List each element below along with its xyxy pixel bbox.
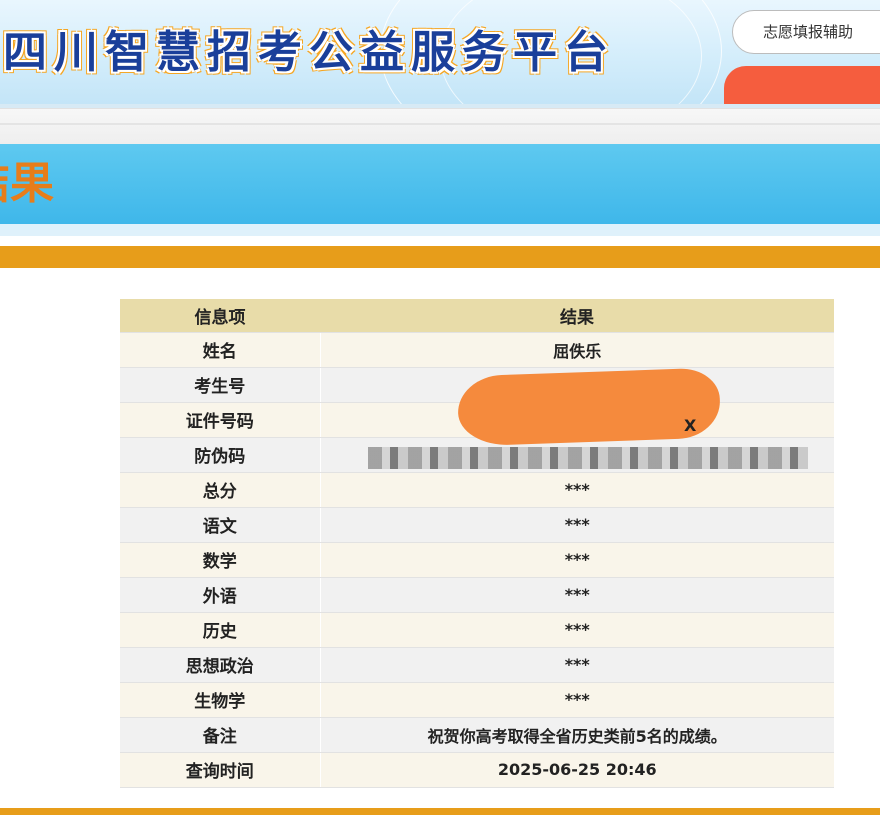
row-label: 生物学 xyxy=(120,682,321,718)
table-header-row: 信息项 结果 xyxy=(120,299,834,333)
banner-divider xyxy=(0,224,880,236)
section-divider-bar xyxy=(0,246,880,268)
row-label: 防伪码 xyxy=(120,437,321,473)
platform-title-char: 服 xyxy=(411,27,455,78)
row-label: 证件号码 xyxy=(120,402,321,438)
column-header-item: 信息项 xyxy=(120,299,320,333)
row-value: *** xyxy=(320,577,834,613)
footer-divider-bar xyxy=(0,808,880,815)
platform-title-char: 务 xyxy=(462,27,506,78)
score-results-table: 信息项 结果 姓名 屈佚乐 考生号 证件号码 防伪码 总分 *** 语文 *** xyxy=(120,299,834,788)
orange-nav-tab[interactable] xyxy=(724,66,880,108)
table-row: 生物学 *** xyxy=(120,682,834,718)
page-title: 结果 xyxy=(0,158,54,209)
platform-title-char: 台 xyxy=(564,27,608,78)
nav-band xyxy=(0,108,880,145)
platform-title-char: 公 xyxy=(309,27,353,78)
id-number-suffix: X xyxy=(684,416,697,435)
platform-title-char: 四 xyxy=(3,27,47,78)
row-label: 数学 xyxy=(120,542,321,578)
row-label: 外语 xyxy=(120,577,321,613)
site-header: 四 川 智 慧 招 考 公 益 服 务 平 台 志愿填报辅助 xyxy=(0,0,880,108)
row-value: *** xyxy=(320,472,834,508)
table-row: 备注 祝贺你高考取得全省历史类前5名的成绩。 xyxy=(120,717,834,753)
row-value: 屈佚乐 xyxy=(320,332,834,368)
table-row: 姓名 屈佚乐 xyxy=(120,332,834,368)
row-value-remark: 祝贺你高考取得全省历史类前5名的成绩。 xyxy=(320,717,834,753)
row-value: *** xyxy=(320,682,834,718)
row-label: 考生号 xyxy=(120,367,321,403)
table-row: 历史 *** xyxy=(120,612,834,648)
platform-title-char: 川 xyxy=(54,27,98,78)
platform-title: 四 川 智 慧 招 考 公 益 服 务 平 台 xyxy=(0,26,612,86)
platform-title-char: 益 xyxy=(360,27,404,78)
row-label: 总分 xyxy=(120,472,321,508)
row-value: *** xyxy=(320,612,834,648)
row-label: 备注 xyxy=(120,717,321,753)
nav-band-stripe xyxy=(0,123,880,125)
table-row: 外语 *** xyxy=(120,577,834,613)
row-label: 语文 xyxy=(120,507,321,543)
redaction-scribble xyxy=(456,367,722,447)
platform-title-char: 慧 xyxy=(156,27,200,78)
table-row: 总分 *** xyxy=(120,472,834,508)
table-row: 思想政治 *** xyxy=(120,647,834,683)
platform-title-char: 考 xyxy=(258,27,302,78)
platform-title-char: 智 xyxy=(105,27,149,78)
row-label: 思想政治 xyxy=(120,647,321,683)
table-row: 语文 *** xyxy=(120,507,834,543)
table-row: 查询时间 2025-06-25 20:46 xyxy=(120,752,834,788)
row-label: 历史 xyxy=(120,612,321,648)
table-row: 数学 *** xyxy=(120,542,834,578)
platform-title-char: 平 xyxy=(513,27,557,78)
platform-title-char: 招 xyxy=(207,27,251,78)
row-label: 姓名 xyxy=(120,332,321,368)
row-value: *** xyxy=(320,542,834,578)
row-value: *** xyxy=(320,507,834,543)
row-value-query-time: 2025-06-25 20:46 xyxy=(320,752,834,788)
application-aid-button[interactable]: 志愿填报辅助 xyxy=(732,10,880,54)
anti-fake-code-mosaic xyxy=(368,447,808,469)
row-value: *** xyxy=(320,647,834,683)
column-header-result: 结果 xyxy=(320,299,834,333)
result-banner: 结果 xyxy=(0,144,880,224)
row-label: 查询时间 xyxy=(120,752,321,788)
